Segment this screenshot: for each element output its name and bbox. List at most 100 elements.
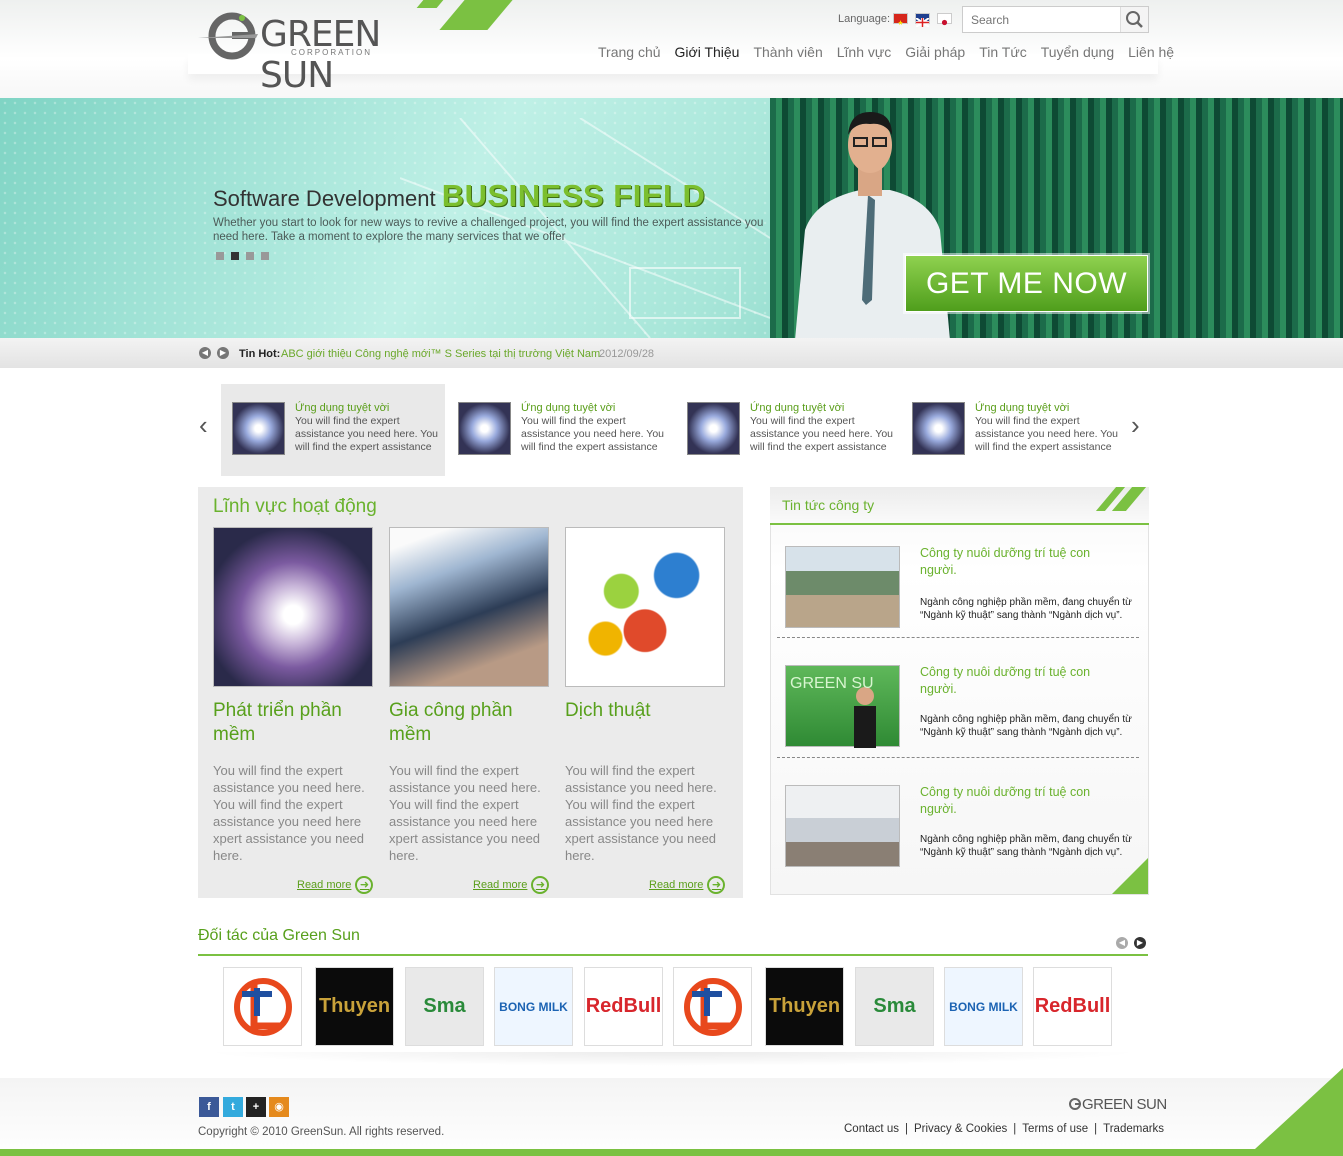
app-thumbnail — [687, 402, 740, 455]
hero-title-prefix: Software Development — [213, 186, 436, 211]
app-thumbnail — [232, 402, 285, 455]
news-thumbnail[interactable] — [785, 785, 900, 867]
hero-title: Software Development BUSINESS FIELD — [213, 178, 705, 214]
partner-logo[interactable]: Thuyen — [315, 967, 394, 1046]
app-card[interactable]: Ứng dụng tuyệt vời You will find the exp… — [221, 384, 445, 476]
slide-dot-1[interactable] — [216, 252, 224, 260]
vietnam-flag-icon[interactable] — [893, 13, 908, 25]
app-card[interactable]: Ứng dụng tuyệt vời You will find the exp… — [447, 384, 671, 476]
nav-item-members[interactable]: Thành viên — [753, 44, 822, 60]
read-more-label: Read more — [473, 879, 528, 891]
partner-logo-text: RedBull — [585, 995, 662, 1017]
partners-divider — [198, 954, 1148, 956]
news-corner-decor — [1112, 858, 1148, 894]
field-name[interactable]: Phát triển phần mềm — [213, 699, 373, 747]
outsourcing-image[interactable] — [389, 527, 549, 687]
ticker-prev-icon[interactable]: ◀ — [199, 347, 211, 359]
news-summary: Ngành công nghiệp phần mềm, đang chuyển … — [920, 597, 1132, 621]
slide-dot-4[interactable] — [261, 252, 269, 260]
partner-logo-text: BONG MILK — [499, 999, 568, 1014]
apps-next-chevron-icon[interactable]: › — [1131, 410, 1140, 441]
arrow-right-icon: ➜ — [707, 876, 726, 894]
partner-logo[interactable]: Sma — [405, 967, 484, 1046]
nav-item-home[interactable]: Trang chủ — [598, 44, 661, 60]
partners-next-icon[interactable]: ▶ — [1134, 937, 1146, 949]
search-button[interactable] — [1120, 7, 1148, 32]
partner-logo-text: Thuyen — [768, 995, 841, 1017]
news-headline[interactable]: Công ty nuôi dưỡng trí tuệ con người. — [920, 545, 1120, 579]
read-more-link[interactable]: Read more ➜ — [297, 876, 374, 894]
app-description: You will find the expert assistance you … — [295, 415, 439, 453]
app-card[interactable]: Ứng dụng tuyệt vời You will find the exp… — [676, 384, 900, 476]
uk-flag-icon[interactable] — [915, 13, 930, 28]
footer-links: Contact us | Privacy & Cookies | Terms of … — [844, 1123, 1164, 1135]
app-card[interactable]: Ứng dụng tuyệt vời You will find the exp… — [901, 384, 1125, 476]
get-me-now-button[interactable]: GET ME NOW — [905, 255, 1148, 312]
partners-shadow — [200, 1052, 1145, 1066]
partner-logo[interactable]: RedBull — [584, 967, 663, 1046]
search-icon — [1126, 11, 1143, 28]
logo-g-icon — [198, 12, 258, 60]
nav-item-contact[interactable]: Liên hệ — [1128, 44, 1174, 60]
hero-description: Whether you start to look for new ways t… — [213, 217, 764, 243]
language-label: Language: — [838, 13, 890, 25]
footer-link-terms[interactable]: Terms of use — [1022, 1123, 1088, 1135]
twitter-icon[interactable]: t — [223, 1097, 243, 1117]
partner-logo[interactable] — [223, 967, 302, 1046]
news-headline[interactable]: Công ty nuôi dưỡng trí tuệ con người. — [920, 784, 1120, 818]
logo[interactable]: GREEN SUN CORPORATION — [198, 8, 418, 96]
app-title: Ứng dụng tuyệt vời — [975, 402, 1070, 414]
nav-item-fields[interactable]: Lĩnh vực — [837, 44, 892, 60]
read-more-label: Read more — [649, 879, 704, 891]
japan-flag-icon[interactable] — [937, 13, 952, 26]
software-development-image[interactable] — [213, 527, 373, 687]
read-more-link[interactable]: Read more ➜ — [649, 876, 726, 894]
partner-logo-text: Sma — [873, 995, 916, 1017]
field-description: You will find the expert assistance you … — [389, 763, 541, 863]
news-summary: Ngành công nghiệp phần mềm, đang chuyển … — [920, 834, 1132, 858]
nav-item-about[interactable]: Giới Thiệu — [675, 44, 740, 60]
partner-logo-text: Sma — [423, 995, 466, 1017]
arrow-right-icon: ➜ — [531, 876, 550, 894]
nav-item-careers[interactable]: Tuyển dụng — [1041, 44, 1114, 60]
news-thumbnail[interactable] — [785, 546, 900, 628]
partner-logo[interactable]: BONG MILK — [494, 967, 573, 1046]
copyright-text: Copyright © 2010 GreenSun. All rights re… — [198, 1126, 445, 1138]
partner-logo[interactable]: BONG MILK — [944, 967, 1023, 1046]
news-divider — [777, 637, 1139, 638]
nav-item-news[interactable]: Tin Tức — [979, 44, 1027, 60]
app-title: Ứng dụng tuyệt vời — [750, 402, 845, 414]
ticker-next-icon[interactable]: ▶ — [217, 347, 229, 359]
partner-logo[interactable]: Thuyen — [765, 967, 844, 1046]
partner-logo[interactable] — [673, 967, 752, 1046]
partner-logo[interactable]: RedBull — [1033, 967, 1112, 1046]
footer-logo[interactable]: GREEN SUN — [1068, 1096, 1167, 1113]
translation-image[interactable] — [565, 527, 725, 687]
partner-logo[interactable]: Sma — [855, 967, 934, 1046]
partners-prev-icon[interactable]: ◀ — [1116, 937, 1128, 949]
hero-title-emphasis: BUSINESS FIELD — [441, 178, 706, 213]
footer-logo-text: GREEN SUN — [1082, 1096, 1167, 1113]
footer-link-contact[interactable]: Contact us — [844, 1123, 899, 1135]
field-name[interactable]: Gia công phần mềm — [389, 699, 549, 747]
slide-dot-3[interactable] — [246, 252, 254, 260]
slide-dot-2[interactable] — [231, 252, 239, 260]
news-title: Tin tức công ty — [782, 497, 875, 513]
partner-logo-text: BONG MILK — [949, 999, 1018, 1014]
ticker-headline-link[interactable]: ABC giới thiệu Công nghệ mới™ S Series t… — [281, 348, 600, 360]
google-plus-icon[interactable]: + — [246, 1097, 266, 1117]
read-more-link[interactable]: Read more ➜ — [473, 876, 550, 894]
facebook-icon[interactable]: f — [199, 1097, 219, 1117]
apps-prev-chevron-icon[interactable]: ‹ — [199, 410, 208, 441]
rss-icon[interactable]: ◉ — [269, 1097, 289, 1117]
thang-long-logo-icon — [683, 977, 742, 1036]
field-name[interactable]: Dịch thuật — [565, 699, 725, 723]
footer-bar — [0, 1149, 1343, 1156]
news-thumbnail[interactable]: GREEN SU — [785, 665, 900, 748]
footer-separator: | — [1013, 1123, 1017, 1135]
nav-item-solutions[interactable]: Giải pháp — [905, 44, 965, 60]
search-input[interactable] — [971, 12, 1121, 28]
footer-link-privacy[interactable]: Privacy & Cookies — [914, 1123, 1007, 1135]
footer-link-trademarks[interactable]: Trademarks — [1103, 1123, 1164, 1135]
news-headline[interactable]: Công ty nuôi dưỡng trí tuệ con người. — [920, 664, 1120, 698]
